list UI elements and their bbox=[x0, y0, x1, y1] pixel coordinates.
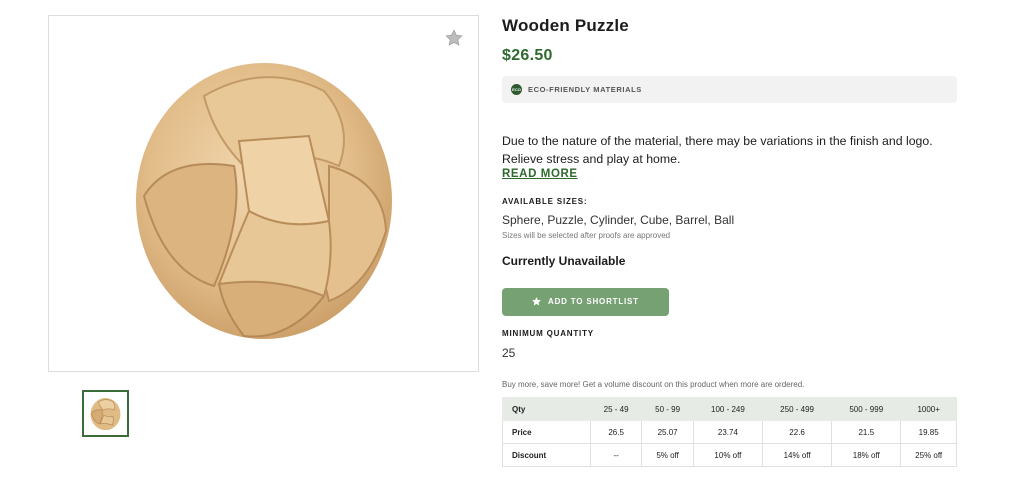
product-title: Wooden Puzzle bbox=[502, 16, 629, 35]
table-cell: 21.5 bbox=[831, 420, 902, 444]
table-cell: 18% off bbox=[831, 443, 902, 467]
eco-badge: ECO ECO-FRIENDLY MATERIALS bbox=[502, 76, 957, 103]
eco-leaf-icon: ECO bbox=[511, 84, 522, 95]
table-cell: 250 - 499 bbox=[761, 397, 833, 421]
minimum-quantity-heading: MINIMUM QUANTITY bbox=[502, 329, 594, 338]
read-more-link[interactable]: READ MORE bbox=[502, 168, 578, 180]
sizes-heading: AVAILABLE SIZES: bbox=[502, 197, 588, 206]
table-row-price: Price 26.5 25.07 23.74 22.6 21.5 19.85 bbox=[502, 420, 957, 444]
table-row-discount: Discount -- 5% off 10% off 14% off 18% o… bbox=[502, 443, 957, 467]
table-cell: 100 - 249 bbox=[692, 397, 764, 421]
thumbnail-image bbox=[90, 397, 121, 431]
table-cell: 500 - 999 bbox=[831, 397, 902, 421]
availability-status: Currently Unavailable bbox=[502, 254, 626, 268]
product-thumbnail[interactable] bbox=[82, 390, 129, 437]
volume-pricing-table: Qty 25 - 49 50 - 99 100 - 249 250 - 499 … bbox=[502, 397, 957, 467]
product-image-frame bbox=[48, 15, 479, 372]
table-cell: 10% off bbox=[692, 443, 764, 467]
table-cell: 25% off bbox=[900, 443, 957, 467]
product-price: $26.50 bbox=[502, 47, 553, 64]
table-cell: 25 - 49 bbox=[589, 397, 643, 421]
favorite-star-icon[interactable] bbox=[444, 28, 464, 48]
description-line-2: Relieve stress and play at home. bbox=[502, 152, 681, 166]
product-description: Due to the nature of the material, there… bbox=[502, 132, 957, 168]
sizes-note: Sizes will be selected after proofs are … bbox=[502, 231, 671, 240]
eco-badge-label: ECO-FRIENDLY MATERIALS bbox=[528, 85, 642, 94]
table-cell: 26.5 bbox=[589, 420, 643, 444]
minimum-quantity-value: 25 bbox=[502, 346, 516, 360]
row-header: Price bbox=[502, 420, 591, 444]
table-cell: 1000+ bbox=[900, 397, 957, 421]
row-header: Discount bbox=[502, 443, 591, 467]
table-cell: 25.07 bbox=[641, 420, 694, 444]
row-header: Qty bbox=[502, 397, 591, 421]
star-icon bbox=[532, 297, 541, 306]
table-cell: 19.85 bbox=[900, 420, 957, 444]
table-cell: -- bbox=[589, 443, 643, 467]
table-cell: 23.74 bbox=[692, 420, 764, 444]
table-cell: 14% off bbox=[761, 443, 833, 467]
product-image bbox=[136, 63, 392, 339]
table-cell: 50 - 99 bbox=[641, 397, 694, 421]
table-row-qty: Qty 25 - 49 50 - 99 100 - 249 250 - 499 … bbox=[502, 397, 957, 421]
table-cell: 22.6 bbox=[761, 420, 833, 444]
sizes-values: Sphere, Puzzle, Cylinder, Cube, Barrel, … bbox=[502, 213, 735, 227]
table-cell: 5% off bbox=[641, 443, 694, 467]
add-to-shortlist-button[interactable]: ADD TO SHORTLIST bbox=[502, 288, 669, 316]
volume-discount-note: Buy more, save more! Get a volume discou… bbox=[502, 380, 805, 389]
shortlist-button-label: ADD TO SHORTLIST bbox=[548, 297, 639, 306]
description-line-1: Due to the nature of the material, there… bbox=[502, 134, 933, 148]
